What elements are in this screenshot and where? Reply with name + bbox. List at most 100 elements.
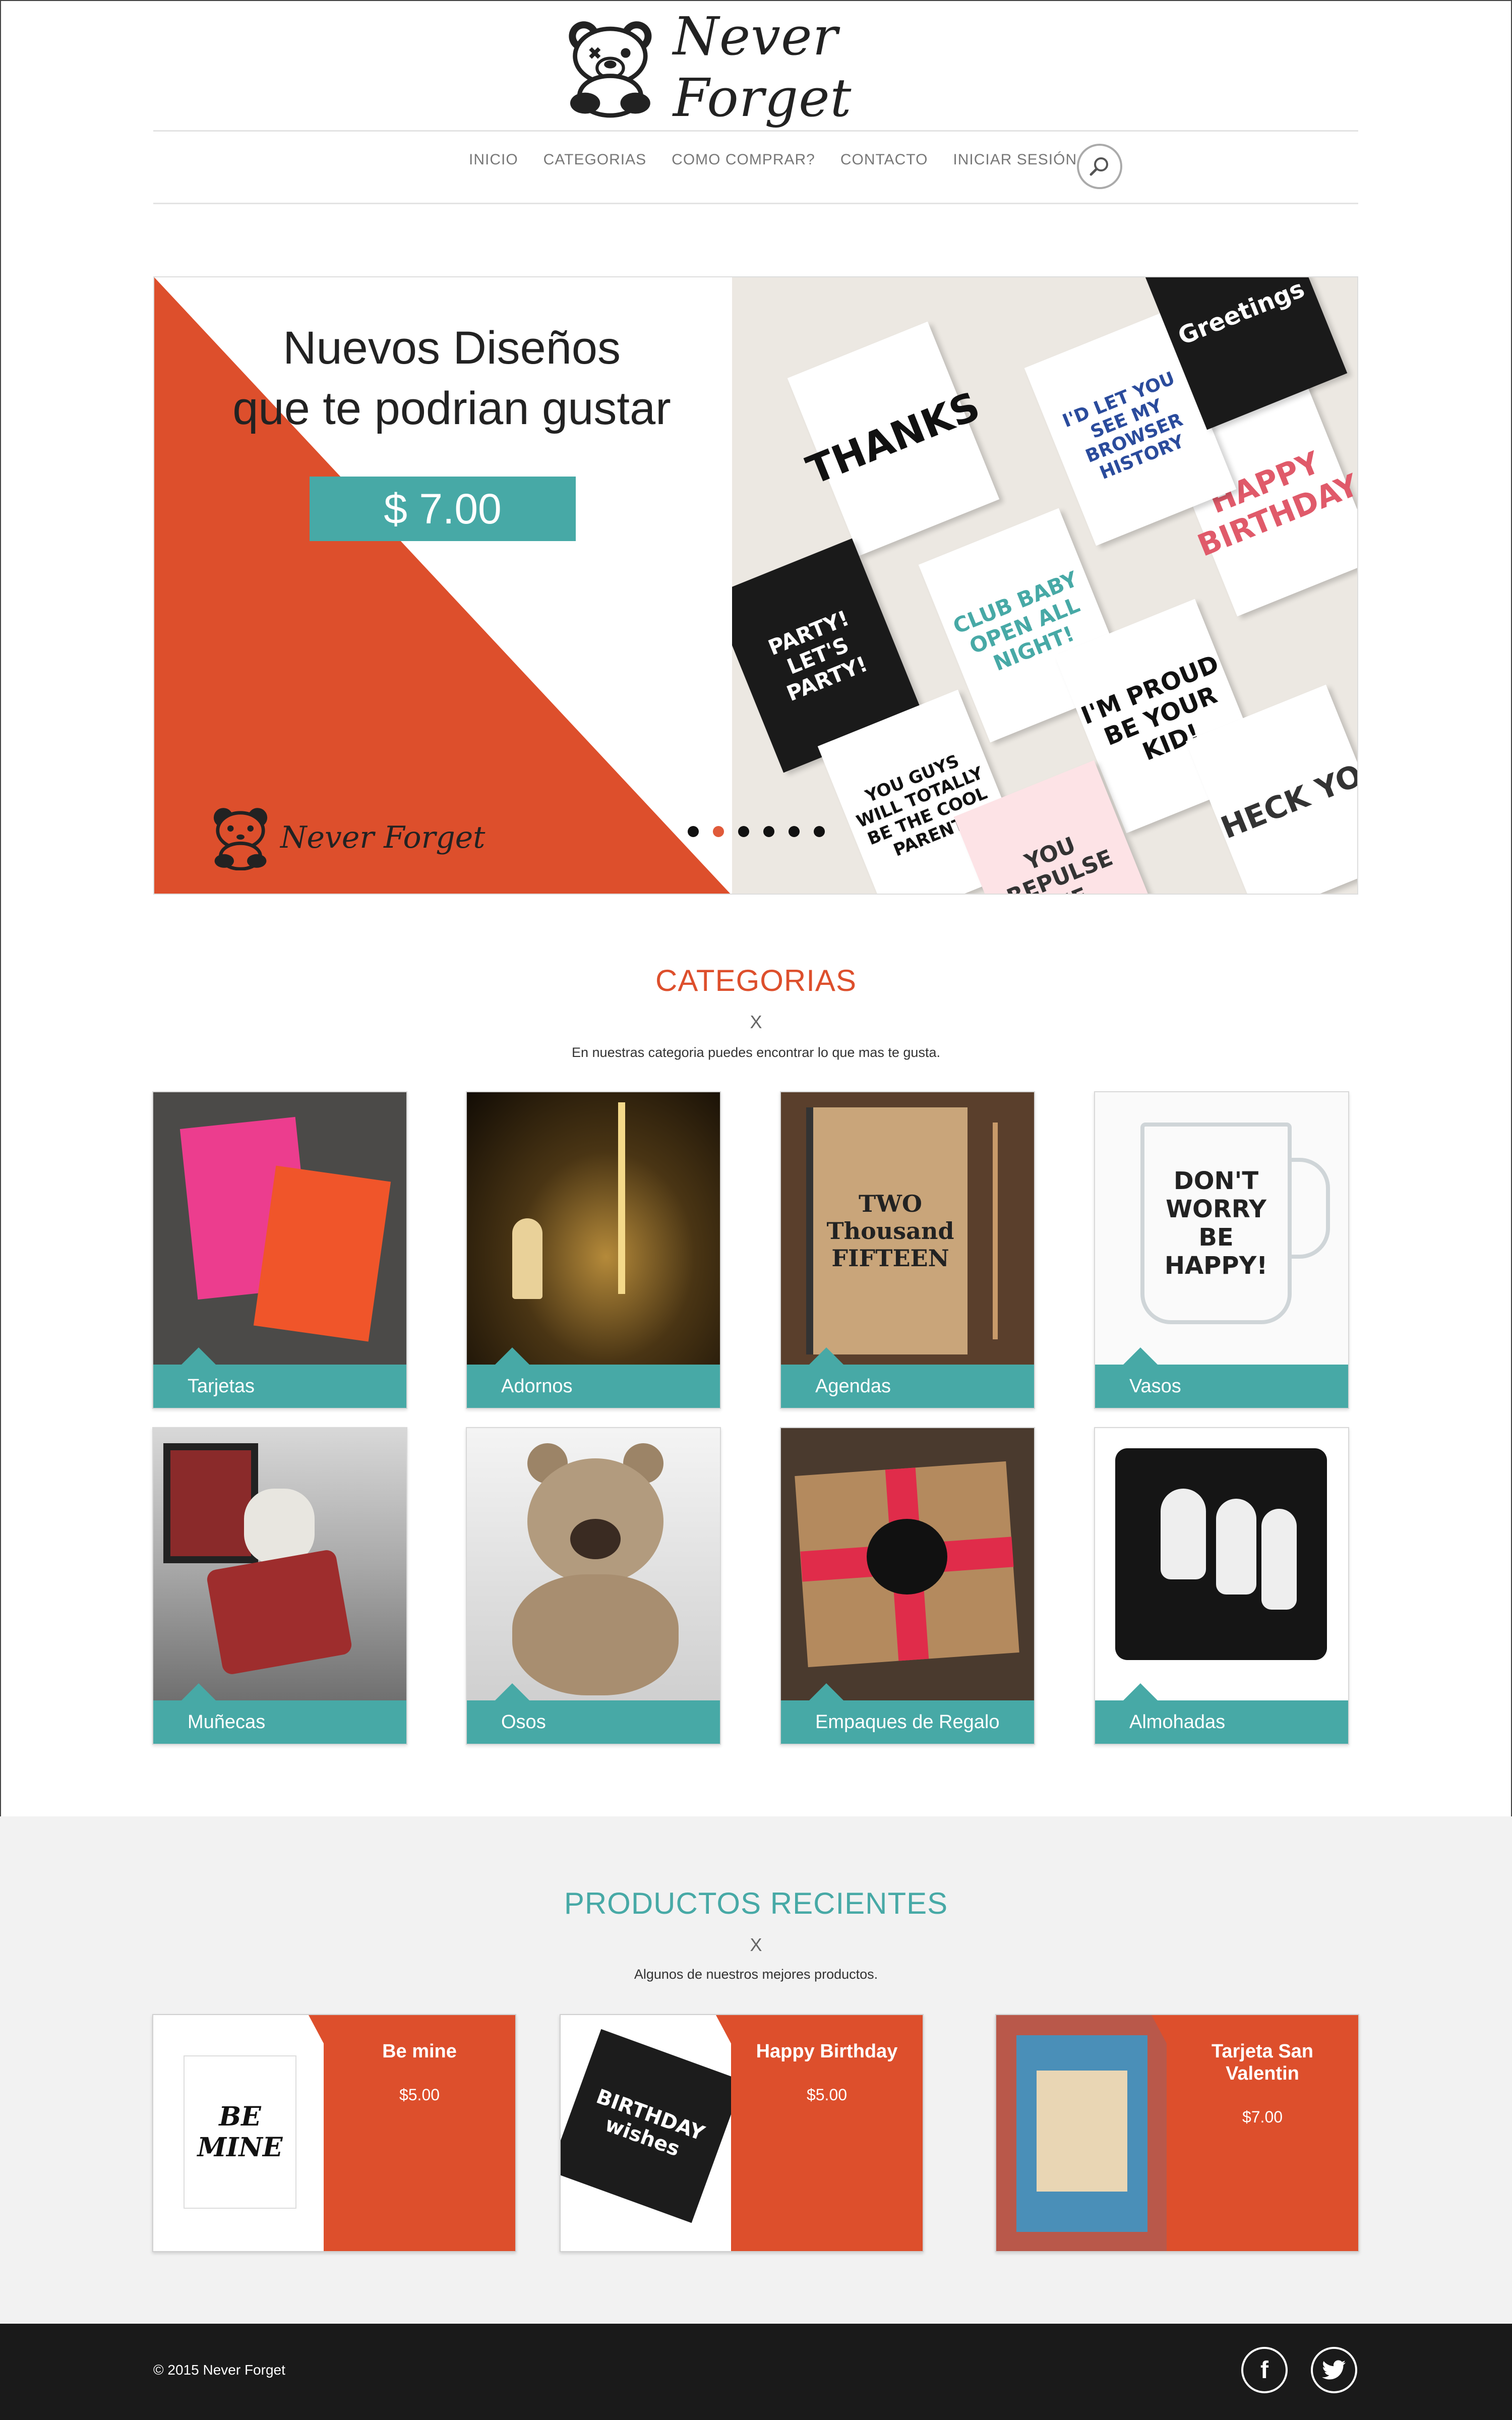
product-card-happy-birthday[interactable]: BIRTHDAY wishes Happy Birthday $5.00 — [560, 2014, 924, 2252]
product-info-san-valentin: Tarjeta San Valentin $7.00 — [1167, 2015, 1358, 2251]
product-tab-triangle — [309, 2015, 325, 2045]
category-card-agendas[interactable]: TWO Thousand FIFTEEN Agendas — [780, 1091, 1035, 1409]
ghost-shape — [1216, 1499, 1256, 1595]
hero-title: Nuevos Diseños que te podrian gustar — [190, 318, 714, 439]
product-card-tarjeta-san-valentin[interactable]: Tarjeta San Valentin $7.00 — [995, 2014, 1359, 2252]
category-label-almohadas: Almohadas — [1095, 1700, 1348, 1744]
slider-dot[interactable] — [763, 826, 774, 837]
slider-dot[interactable] — [688, 826, 699, 837]
site-logo-text: Never Forget — [673, 6, 852, 129]
twitter-button[interactable] — [1311, 2347, 1357, 2393]
hero-title-line-2: que te podrian gustar — [232, 383, 671, 434]
category-image-vasos: DON'T WORRY BE HAPPY! — [1095, 1092, 1348, 1367]
teddy-bear-logo-icon — [569, 21, 652, 118]
category-image-agendas: TWO Thousand FIFTEEN — [781, 1092, 1034, 1367]
category-image-osos — [467, 1428, 720, 1702]
category-notch — [1123, 1347, 1158, 1365]
product-tab-triangle — [716, 2015, 732, 2045]
slider-dot-active[interactable] — [713, 826, 724, 837]
category-card-adornos[interactable]: Adornos — [466, 1091, 721, 1409]
teddy-bear-small-icon — [213, 808, 268, 870]
nav-link-iniciar-sesion[interactable]: INICIAR SESIÓN — [953, 151, 1077, 168]
product-name[interactable]: Be mine — [324, 2040, 515, 2062]
product-card-be-mine[interactable]: BE MINE Be mine $5.00 — [152, 2014, 516, 2252]
category-image-munecas — [153, 1428, 406, 1702]
orange-card-shape — [253, 1165, 391, 1342]
hero-title-line-1: Nuevos Diseños — [283, 322, 621, 374]
product-price: $5.00 — [806, 2086, 848, 2104]
ghost-shape — [1261, 1509, 1297, 1610]
header-divider-bottom — [153, 203, 1358, 204]
product-price: $7.00 — [1242, 2108, 1283, 2126]
slider-dot[interactable] — [789, 826, 800, 837]
mug-handle — [1290, 1158, 1330, 1259]
categories-subtitle: En nuestras categoria puedes encontrar l… — [572, 1045, 940, 1060]
category-label-agendas: Agendas — [781, 1365, 1034, 1408]
product-image-happy-birthday: BIRTHDAY wishes — [561, 2015, 744, 2251]
slider-pagination — [688, 826, 825, 837]
facebook-icon: f — [1260, 2356, 1268, 2384]
nav-link-como-comprar[interactable]: COMO COMPRAR? — [672, 151, 815, 168]
nav-link-contacto[interactable]: CONTACTO — [840, 151, 928, 168]
slider-dot[interactable] — [814, 826, 825, 837]
twitter-icon — [1322, 2360, 1346, 2380]
facebook-button[interactable]: f — [1241, 2347, 1288, 2393]
search-button[interactable] — [1077, 144, 1122, 189]
category-image-empaques — [781, 1428, 1034, 1702]
category-card-empaques-de-regalo[interactable]: Empaques de Regalo — [780, 1427, 1035, 1745]
hero-slide-text-panel: Nuevos Diseños que te podrian gustar $ 7… — [154, 277, 732, 894]
doll-head-shape — [244, 1489, 315, 1564]
category-notch — [809, 1683, 843, 1700]
pencil-shape — [993, 1123, 998, 1339]
category-notch — [495, 1347, 529, 1365]
site-footer: © 2015 Never Forget f — [0, 2324, 1512, 2420]
product-name[interactable]: Happy Birthday — [731, 2040, 923, 2062]
be-mine-card: BE MINE — [184, 2055, 296, 2209]
search-icon — [1090, 157, 1108, 176]
ghost-shape — [1161, 1489, 1206, 1579]
product-image-san-valentin — [996, 2015, 1167, 2251]
gift-bow-shape — [867, 1519, 947, 1595]
categories-heading: CATEGORIAS — [655, 964, 857, 997]
recent-products-separator: X — [750, 1934, 762, 1955]
nav-link-categorias[interactable]: CATEGORIAS — [543, 151, 646, 168]
category-card-almohadas[interactable]: Almohadas — [1094, 1427, 1349, 1745]
category-label-adornos: Adornos — [467, 1365, 720, 1408]
category-label-tarjetas: Tarjetas — [153, 1365, 406, 1408]
nav-link-inicio[interactable]: INICIO — [469, 151, 518, 168]
category-notch — [809, 1347, 843, 1365]
hero-price-button[interactable]: $ 7.00 — [310, 477, 576, 541]
footer-copyright: © 2015 Never Forget — [153, 2362, 285, 2378]
header-divider-top — [153, 130, 1358, 132]
category-label-empaques-de-regalo: Empaques de Regalo — [781, 1700, 1034, 1744]
category-label-munecas: Muñecas — [153, 1700, 406, 1744]
category-notch — [182, 1683, 216, 1700]
product-info-happy-birthday: Happy Birthday $5.00 — [731, 2015, 923, 2251]
site-logo[interactable]: Never Forget — [560, 6, 988, 129]
category-image-adornos — [467, 1092, 720, 1367]
category-card-vasos[interactable]: DON'T WORRY BE HAPPY! Vasos — [1094, 1091, 1349, 1409]
categories-separator: X — [750, 1012, 762, 1032]
category-card-tarjetas[interactable]: Tarjetas — [152, 1091, 407, 1409]
product-info-be-mine: Be mine $5.00 — [324, 2015, 515, 2251]
category-notch — [1123, 1683, 1158, 1700]
category-card-munecas[interactable]: Muñecas — [152, 1427, 407, 1745]
slider-dot[interactable] — [738, 826, 749, 837]
recent-products-heading: PRODUCTOS RECIENTES — [564, 1886, 948, 1920]
hero-slide-logo: Never Forget — [208, 805, 485, 870]
main-nav: INICIO CATEGORIAS COMO COMPRAR? CONTACTO… — [469, 151, 1077, 168]
light-figure-shape — [512, 1218, 542, 1299]
hero-slide-logo-text: Never Forget — [280, 820, 486, 855]
hero-slider[interactable]: Nuevos Diseños que te podrian gustar $ 7… — [153, 276, 1358, 895]
product-name[interactable]: Tarjeta San Valentin — [1167, 2040, 1358, 2085]
light-tree-trunk — [618, 1102, 625, 1294]
hero-slide-image: THANKS HAPPY BIRTHDAY CLUB BABY OPEN ALL… — [732, 277, 1357, 894]
category-card-osos[interactable]: Osos — [466, 1427, 721, 1745]
category-label-vasos: Vasos — [1095, 1365, 1348, 1408]
hero-card-thanks: THANKS — [787, 321, 1000, 556]
product-tab-triangle — [1152, 2015, 1168, 2045]
category-image-tarjetas — [153, 1092, 406, 1367]
category-notch — [495, 1683, 529, 1700]
glass-mug: DON'T WORRY BE HAPPY! — [1140, 1123, 1292, 1324]
bear-body-shape — [512, 1574, 679, 1695]
